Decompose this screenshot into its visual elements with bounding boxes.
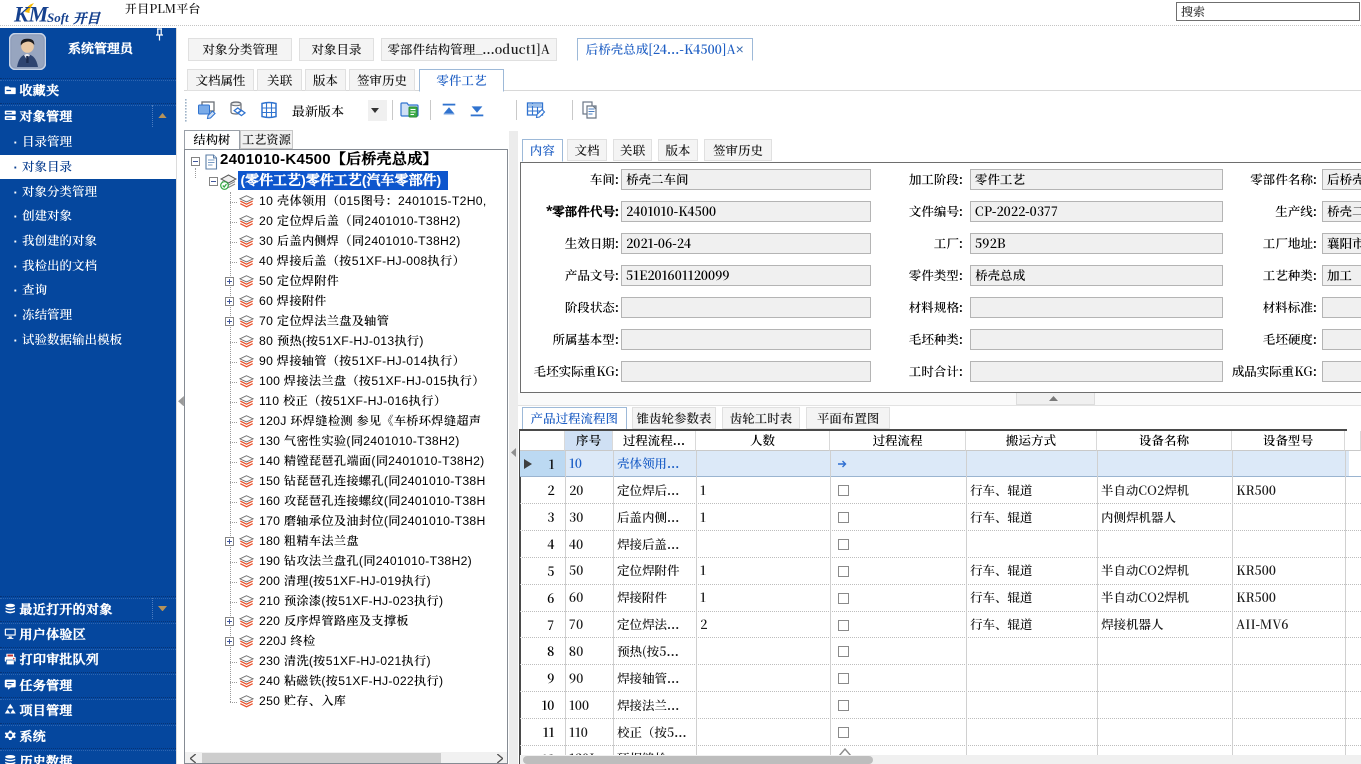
svg-text:Soft: Soft xyxy=(47,10,69,25)
svg-text:KM: KM xyxy=(13,2,50,26)
